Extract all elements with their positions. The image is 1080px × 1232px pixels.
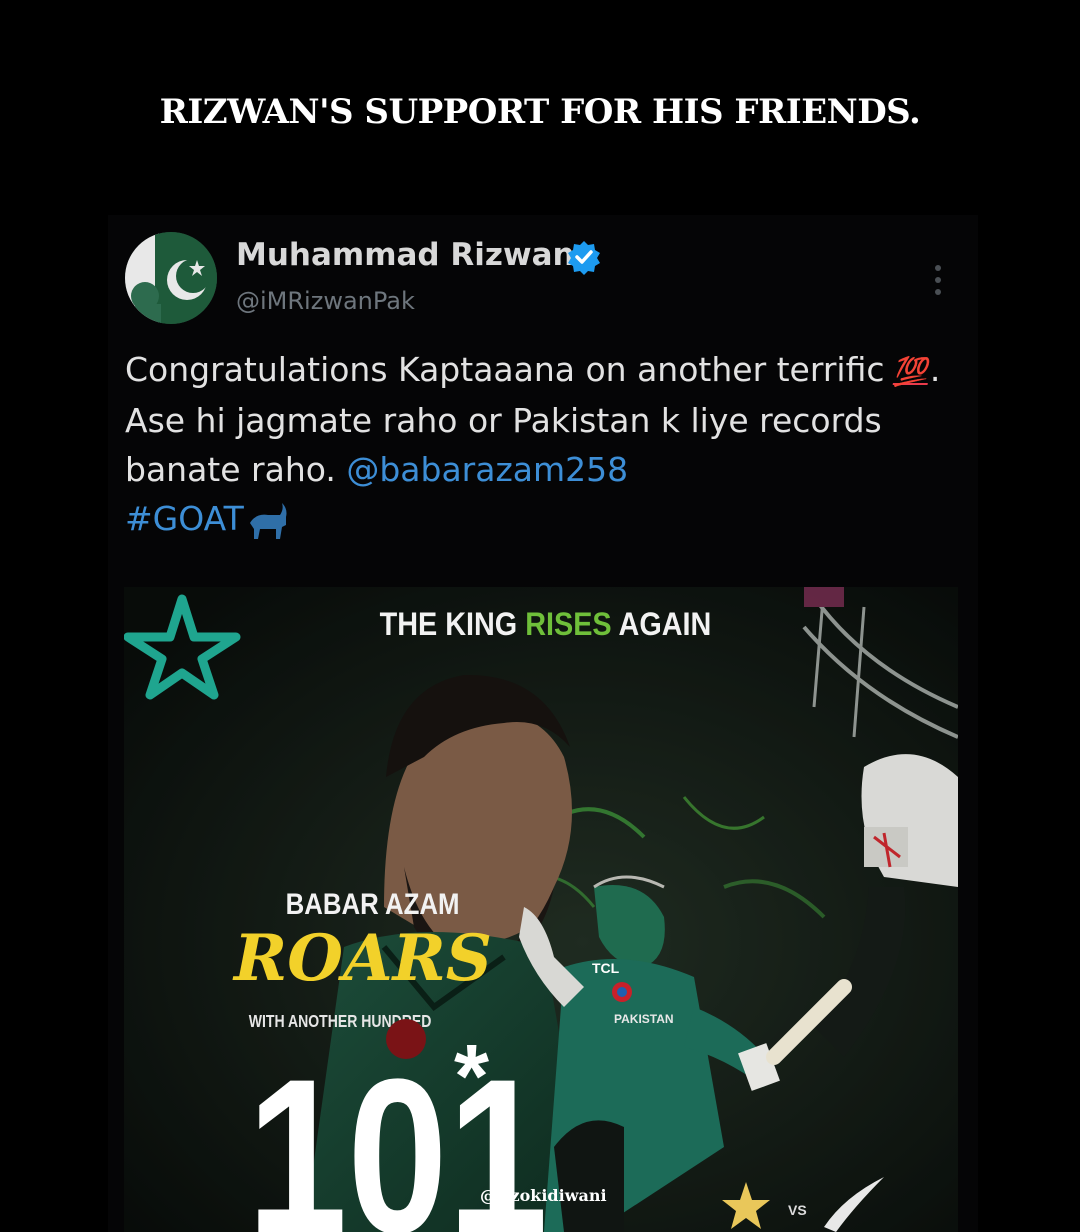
poster-heading: THE KING RISES AGAIN <box>380 607 712 643</box>
tweet-image[interactable]: TCL PAKISTAN THE KING RISES AGAIN BABAR … <box>124 587 958 1232</box>
tweet-author-name[interactable]: Muhammad Rizwan <box>236 237 575 273</box>
post-headline: RIZWAN'S SUPPORT FOR HIS FRIENDS. <box>159 92 921 132</box>
hashtag-link[interactable]: #GOAT <box>125 499 244 538</box>
tweet-card[interactable]: Muhammad Rizwan @iMRizwanPak Congratulat… <box>108 215 978 1232</box>
more-options-icon[interactable] <box>932 263 944 297</box>
avatar[interactable] <box>125 232 217 324</box>
not-out-marker: * <box>454 1027 489 1127</box>
tweet-text: Congratulations Kaptaaana on another ter… <box>125 345 965 543</box>
verified-badge-icon <box>568 241 600 275</box>
jersey-sponsor: TCL <box>592 960 620 976</box>
tweet-handle[interactable]: @iMRizwanPak <box>236 287 415 315</box>
goat-icon <box>249 502 287 539</box>
jersey-country: PAKISTAN <box>614 1012 674 1026</box>
watermark: @rizokidiwani <box>480 1186 607 1205</box>
tweet-text-part1: Congratulations Kaptaaana on another ter… <box>125 350 885 389</box>
vs-label: VS <box>788 1202 807 1218</box>
player-name: BABAR AZAM <box>286 887 460 920</box>
hundred-points-emoji-icon: 💯 <box>892 355 933 388</box>
roars-text: ROARS <box>232 921 492 996</box>
mention-link[interactable]: @babarazam258 <box>346 450 628 489</box>
